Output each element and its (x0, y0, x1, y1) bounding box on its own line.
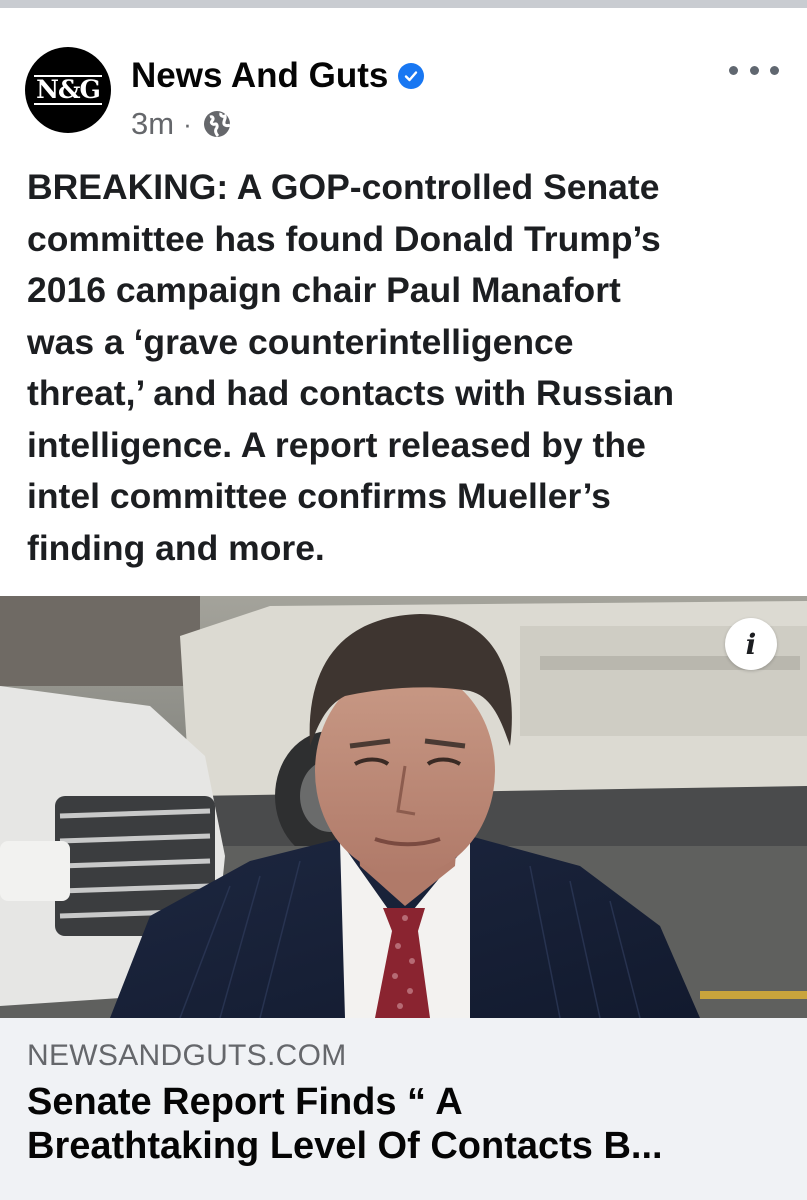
post-text: BREAKING: A GOP-controlled Senate commit… (27, 167, 675, 568)
more-dot (770, 65, 779, 75)
page-name-row: News And Guts (131, 56, 425, 96)
info-icon[interactable]: i (725, 618, 777, 670)
link-preview-image[interactable]: i (0, 596, 807, 1018)
feed-divider (0, 0, 807, 20)
post-timestamp[interactable]: 3m (131, 106, 174, 142)
post-meta: 3m · (131, 106, 233, 142)
avatar-logo-text: N&G (34, 75, 102, 105)
verified-badge-icon (398, 63, 425, 89)
link-domain: NEWSANDGUTS.COM (27, 1039, 347, 1072)
more-options-icon[interactable] (729, 58, 779, 82)
post-header: N&G News And Guts 3m · (0, 20, 807, 160)
more-dot (729, 65, 738, 75)
meta-separator: · (183, 109, 192, 139)
more-dot (749, 65, 759, 75)
globe-icon (201, 108, 233, 140)
page-name-link[interactable]: News And Guts (131, 56, 388, 96)
link-title[interactable]: Senate Report Finds “ A Breathtaking Lev… (27, 1080, 787, 1168)
info-icon-glyph: i (745, 627, 757, 661)
page-avatar[interactable]: N&G (25, 47, 111, 133)
link-preview-card[interactable]: NEWSANDGUTS.COM Senate Report Finds “ A … (0, 1018, 807, 1200)
